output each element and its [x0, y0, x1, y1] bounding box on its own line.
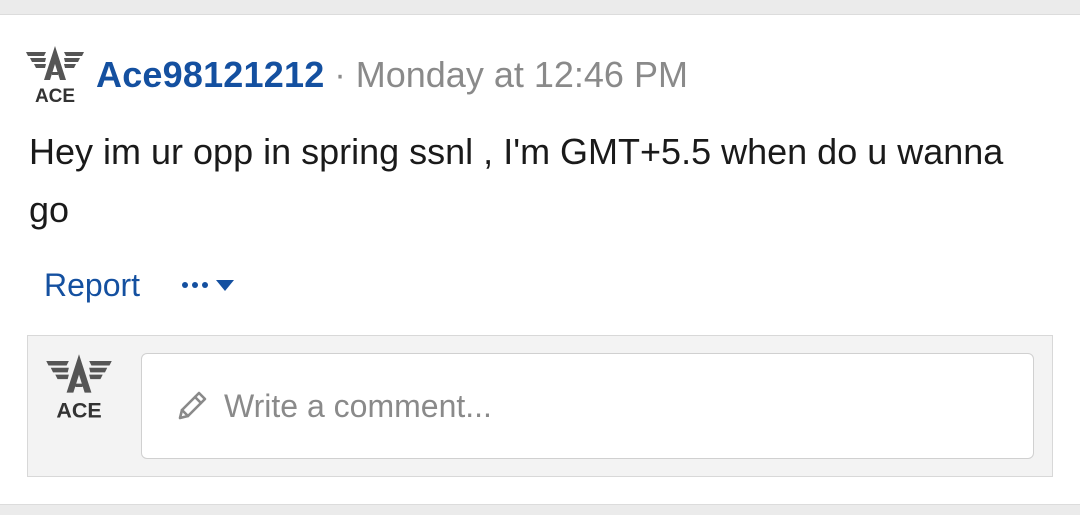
dot: [202, 282, 209, 288]
post-actions: Report: [44, 263, 235, 307]
comment-input[interactable]: Write a comment...: [141, 353, 1034, 459]
avatar-text: ACE: [56, 398, 101, 422]
comment-composer: ACE Write a comment...: [27, 335, 1053, 477]
post-card: ACE Ace98121212 · Monday at 12:46 PM Hey…: [0, 14, 1080, 505]
caret-down-icon: [216, 279, 235, 291]
meta-separator: ·: [334, 55, 346, 94]
post-timestamp[interactable]: Monday at 12:46 PM: [356, 54, 688, 96]
ace-wings-logo-icon: ACE: [26, 46, 84, 106]
dot: [192, 282, 199, 288]
ellipsis-icon: [182, 282, 209, 288]
comment-placeholder: Write a comment...: [224, 387, 492, 424]
ace-wings-logo-icon: ACE: [46, 354, 112, 422]
author-name[interactable]: Ace98121212: [96, 54, 324, 96]
commenter-avatar: ACE: [44, 352, 114, 422]
pencil-icon: [178, 391, 207, 420]
more-options-button[interactable]: [182, 279, 235, 291]
avatar-text: ACE: [35, 86, 75, 106]
report-link[interactable]: Report: [44, 267, 140, 304]
author-avatar[interactable]: ACE: [24, 44, 86, 106]
post-header: ACE Ace98121212 · Monday at 12:46 PM: [24, 44, 688, 106]
dot: [182, 282, 189, 288]
post-body: Hey im ur opp in spring ssnl , I'm GMT+5…: [29, 131, 1004, 230]
